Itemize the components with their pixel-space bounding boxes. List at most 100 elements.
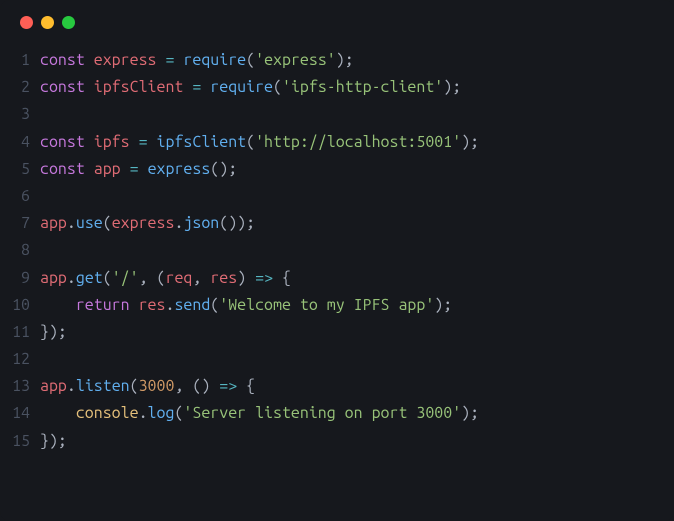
token-pn [121,160,130,178]
token-pn: . [67,377,76,395]
token-pn: { [237,377,255,395]
code-line: 7app.use(express.json()); [10,210,656,237]
line-number: 12 [10,346,40,373]
line-number: 13 [10,373,40,400]
token-fn: send [174,296,210,314]
token-kw: const [40,78,94,96]
code-content: const ipfs = ipfsClient('http://localhos… [40,129,479,156]
token-pn: ) [336,51,345,69]
code-content: const ipfsClient = require('ipfs-http-cl… [40,74,461,101]
token-var: ipfs [94,133,130,151]
token-fn: listen [76,377,130,395]
line-number: 11 [10,319,40,346]
token-pn: ( [246,51,255,69]
token-pn: ; [345,51,354,69]
code-content: console.log('Server listening on port 30… [40,400,479,427]
code-line: 13app.listen(3000, () => { [10,373,656,400]
token-var: res [139,296,166,314]
code-line: 6 [10,183,656,210]
token-pn: . [67,214,76,232]
close-icon[interactable] [20,16,33,29]
token-var: app [94,160,121,178]
token-pn: , () [174,377,219,395]
code-line: 5const app = express(); [10,156,656,183]
token-op: = [130,160,139,178]
line-number: 1 [10,47,40,74]
token-pn: ( [130,377,139,395]
code-content: const app = express(); [40,156,237,183]
token-pn [40,404,76,422]
code-line: 15}); [10,428,656,455]
line-number: 7 [10,210,40,237]
code-editor: 1const express = require('express');2con… [0,47,674,473]
code-content: }); [40,319,67,346]
token-pn [130,133,139,151]
window-titlebar [0,16,674,47]
token-fn: use [76,214,103,232]
token-pn: ; [452,78,461,96]
token-kw: const [40,160,94,178]
token-pn: ( [246,133,255,151]
token-op: => [255,269,273,287]
token-pn: , ( [139,269,166,287]
token-pn: , [192,269,210,287]
code-content: return res.send('Welcome to my IPFS app'… [40,292,452,319]
maximize-icon[interactable] [62,16,75,29]
token-var: app [40,214,67,232]
code-line: 4const ipfs = ipfsClient('http://localho… [10,129,656,156]
token-pn: ( [210,296,219,314]
code-content: app.listen(3000, () => { [40,373,255,400]
line-number: 14 [10,400,40,427]
token-pn: ( [103,269,112,287]
token-pn [40,296,76,314]
token-pn: ; [470,404,479,422]
token-pn: ) [461,404,470,422]
token-num: 3000 [139,377,175,395]
token-var: ipfsClient [94,78,184,96]
token-pn: ) [443,78,452,96]
token-pn: ; [443,296,452,314]
code-line: 11}); [10,319,656,346]
token-pn [139,160,148,178]
line-number: 2 [10,74,40,101]
code-line: 9app.get('/', (req, res) => { [10,265,656,292]
code-line: 1const express = require('express'); [10,47,656,74]
token-var: req [166,269,193,287]
line-number: 6 [10,183,40,210]
token-pn: ; [58,323,67,341]
token-op: = [192,78,201,96]
code-line: 10 return res.send('Welcome to my IPFS a… [10,292,656,319]
token-op: => [219,377,237,395]
token-pn: . [67,269,76,287]
token-pn: ; [246,214,255,232]
token-kw: const [40,133,94,151]
line-number: 4 [10,129,40,156]
token-var: app [40,269,67,287]
token-fn: log [148,404,175,422]
token-str: 'express' [255,51,336,69]
token-fn: require [210,78,273,96]
code-line: 2const ipfsClient = require('ipfs-http-c… [10,74,656,101]
token-str: '/' [112,269,139,287]
minimize-icon[interactable] [41,16,54,29]
line-number: 8 [10,237,40,264]
token-pn: { [273,269,291,287]
token-str: 'Server listening on port 3000' [183,404,461,422]
line-number: 9 [10,265,40,292]
token-fn: ipfsClient [157,133,247,151]
token-pn: ; [470,133,479,151]
token-pn: ; [58,432,67,450]
token-id: console [76,404,139,422]
token-pn: () [210,160,228,178]
token-fn: get [76,269,103,287]
token-pn: ) [434,296,443,314]
token-pn: }) [40,323,58,341]
line-number: 3 [10,101,40,128]
code-line: 3 [10,101,656,128]
code-window: 1const express = require('express');2con… [0,0,674,521]
token-var: app [40,377,67,395]
token-pn: ) [237,269,255,287]
token-pn: }) [40,432,58,450]
token-kw: return [76,296,139,314]
token-fn: express [148,160,211,178]
